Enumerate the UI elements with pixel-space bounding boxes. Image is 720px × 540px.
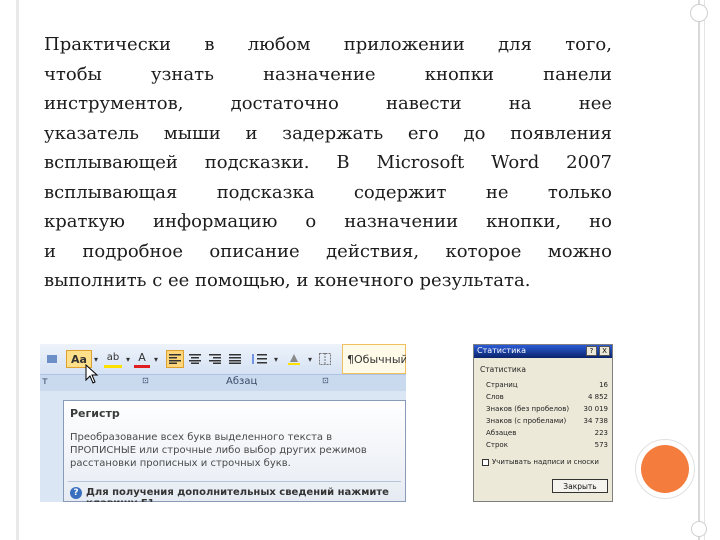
paragraph-line: инструментов, достаточно навести на нее [44,93,612,114]
chevron-down-icon[interactable]: ▾ [152,350,160,368]
stats-row: Страниц 16 [486,381,608,389]
dialog-launcher-icon[interactable]: ⊡ [142,376,149,385]
stats-row-label: Знаков (без пробелов) [486,405,570,413]
tooltip: Регистр Преобразование всех букв выделен… [63,400,406,502]
stats-row-value: 573 [594,441,608,449]
stats-row: Абзацев 223 [486,429,608,437]
help-button[interactable]: ? [586,346,597,356]
justify-icon[interactable] [226,350,244,368]
stats-row: Знаков (без пробелов) 30 019 [486,405,608,413]
paragraph-line: указатель мыши и задержать его до появле… [44,122,612,144]
stats-row-value: 4 852 [587,393,608,401]
stats-row-label: Абзацев [486,429,517,437]
stats-row-label: Страниц [486,381,518,389]
stats-group-label: Статистика [480,365,526,374]
align-left-icon[interactable] [166,350,184,368]
help-icon: ? [70,487,82,499]
checkbox-label: Учитывать надписи и сноски [492,458,599,466]
paragraph-line: всплывающей подсказки. В Microsoft Word … [44,152,612,173]
line-spacing-icon[interactable] [248,350,270,368]
include-footnotes-checkbox[interactable] [482,459,489,466]
stats-row-value: 30 019 [583,405,609,413]
group-label-font: т [42,376,48,387]
borders-icon[interactable] [316,350,334,368]
paragraph-line: выполнить с ее помощью, и конечного резу… [44,270,531,291]
stats-row-value: 16 [599,381,608,389]
align-right-icon[interactable] [206,350,224,368]
stats-row-label: Строк [486,441,508,449]
paragraph-line: всплывающая подсказка содержит не только [44,181,612,203]
close-button[interactable]: Закрыть [552,479,608,493]
statistics-dialog: Статистика ? X Статистика Страниц 16 Слов… [473,344,613,502]
stats-row-value: 223 [594,429,608,437]
stats-row-value: 34 738 [583,417,609,425]
slide-right-border [698,0,700,540]
body-paragraph: Практически в любом приложении для того,… [44,30,612,296]
chevron-down-icon[interactable]: ▾ [124,350,132,368]
align-center-icon[interactable] [186,350,204,368]
style-normal[interactable]: ¶Обычный [342,344,406,374]
paragraph-line: и подробное описание действия, которое м… [44,240,612,262]
dialog-title: Статистика [477,346,526,355]
decorative-circle-orange [641,445,689,493]
stats-row: Знаков (с пробелами) 34 738 [486,417,608,425]
tooltip-divider [68,481,401,482]
stats-row-label: Знаков (с пробелами) [486,417,567,425]
format-painter-icon[interactable] [42,350,62,368]
dialog-titlebar: Статистика ? X [474,345,612,358]
group-label-paragraph: Абзац [226,376,258,387]
tooltip-help-text: Для получения дополнительных сведений на… [86,487,389,502]
slide-left-border [16,0,19,540]
mouse-pointer-icon [85,364,99,384]
chevron-down-icon[interactable]: ▾ [306,350,314,368]
highlight-button[interactable]: ab [104,350,122,368]
stats-row-label: Слов [486,393,504,401]
paragraph-line: Практически в любом приложении для того, [44,34,612,55]
decorative-circle-top [690,4,708,22]
tooltip-title: Регистр [70,407,120,420]
dialog-launcher-icon[interactable]: ⊡ [322,376,329,385]
paragraph-line: чтобы узнать назначение кнопки панели [44,63,612,85]
chevron-down-icon[interactable]: ▾ [272,350,280,368]
font-color-button[interactable]: A [134,350,150,368]
tooltip-description: Преобразование всех букв выделенного тек… [70,432,367,469]
stats-row: Слов 4 852 [486,393,608,401]
stats-row: Строк 573 [486,441,608,449]
shading-icon[interactable] [284,350,304,368]
paragraph-line: краткую информацию о назначении кнопки, … [44,211,612,232]
close-icon[interactable]: X [599,346,610,356]
slide-right-border-inner [704,0,705,540]
decorative-circle-bottom [691,521,707,537]
